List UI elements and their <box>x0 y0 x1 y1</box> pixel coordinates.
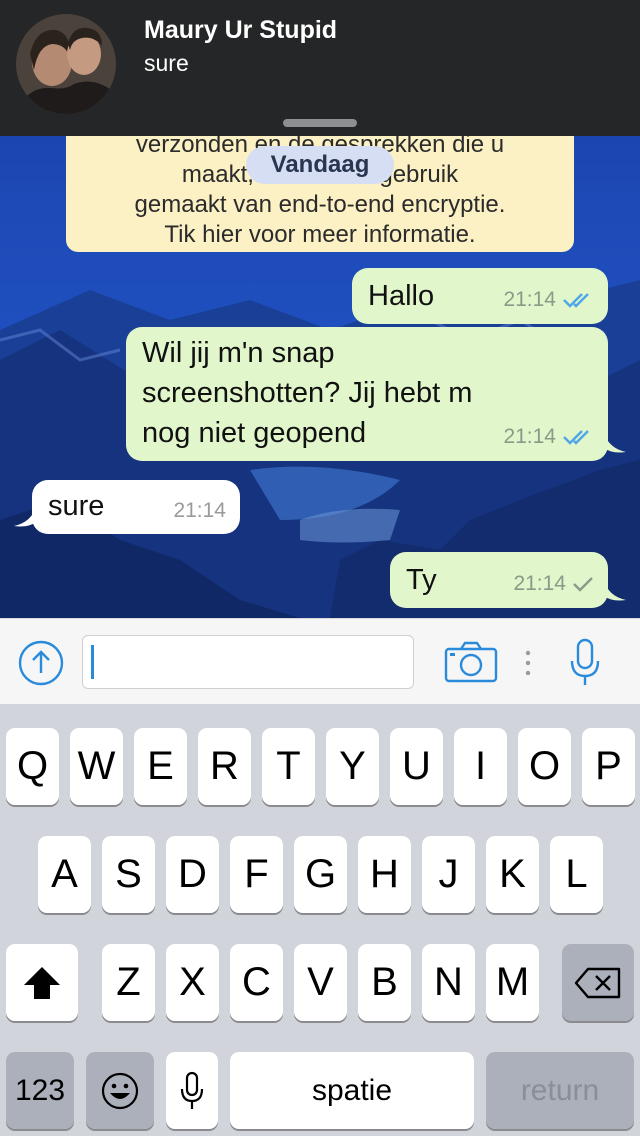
encryption-notice[interactable]: verzonden en de gesprekken die u maakt, … <box>66 118 574 252</box>
message-line: Wil jij m'n snap <box>142 337 335 369</box>
encryption-notice-line: gemaakt van end-to-end encryptie. <box>134 191 506 218</box>
key-t[interactable]: T <box>262 728 315 805</box>
outgoing-message[interactable]: Hallo 21:14 <box>352 268 608 324</box>
key-n[interactable]: N <box>422 944 475 1021</box>
message-meta: 21:14 <box>173 491 226 531</box>
key-o[interactable]: O <box>518 728 571 805</box>
banner-drag-handle[interactable] <box>283 119 357 127</box>
key-g[interactable]: G <box>294 836 347 913</box>
more-icon[interactable] <box>522 649 534 677</box>
key-s[interactable]: S <box>102 836 155 913</box>
message-meta: 21:14 <box>503 280 594 320</box>
camera-icon[interactable] <box>444 641 498 683</box>
notification-banner[interactable]: Maury Ur Stupid sure <box>0 0 640 136</box>
date-separator: Vandaag <box>246 146 394 184</box>
numbers-key[interactable]: 123 <box>6 1052 74 1129</box>
message-time: 21:14 <box>173 499 226 522</box>
space-key[interactable]: spatie <box>230 1052 474 1129</box>
return-key[interactable]: return <box>486 1052 634 1129</box>
outgoing-message[interactable]: Wil jij m'n snap screenshotten? Jij hebt… <box>126 327 608 461</box>
message-input[interactable] <box>82 635 414 689</box>
message-meta: 21:14 <box>513 564 594 604</box>
dictation-key[interactable] <box>166 1052 218 1129</box>
key-l[interactable]: L <box>550 836 603 913</box>
encryption-notice-line: Tik hier voor meer informatie. <box>164 221 476 248</box>
message-text: Hallo <box>368 280 435 312</box>
message-time: 21:14 <box>503 288 556 311</box>
message-time: 21:14 <box>513 572 566 595</box>
message-text: Ty <box>406 564 437 596</box>
microphone-icon[interactable] <box>568 637 602 689</box>
share-icon[interactable] <box>17 639 65 687</box>
bubble-tail <box>604 432 626 453</box>
key-j[interactable]: J <box>422 836 475 913</box>
outgoing-message[interactable]: Ty 21:14 <box>390 552 608 608</box>
double-check-read-icon <box>563 430 589 445</box>
key-w[interactable]: W <box>70 728 123 805</box>
emoji-key[interactable] <box>86 1052 154 1129</box>
key-z[interactable]: Z <box>102 944 155 1021</box>
key-b[interactable]: B <box>358 944 411 1021</box>
key-k[interactable]: K <box>486 836 539 913</box>
backspace-key[interactable] <box>562 944 634 1021</box>
bubble-tail <box>604 580 626 601</box>
avatar-photo-icon <box>16 14 116 114</box>
keyboard: Q W E R T Y U I O P A S D F G H J K L Z … <box>0 704 640 1136</box>
key-u[interactable]: U <box>390 728 443 805</box>
key-i[interactable]: I <box>454 728 507 805</box>
message-line: screenshotten? Jij hebt m <box>142 377 473 409</box>
incoming-message[interactable]: sure 21:14 <box>32 480 240 534</box>
shift-arrow-icon <box>24 966 60 999</box>
message-meta: 21:14 <box>503 417 594 457</box>
shift-key[interactable] <box>6 944 78 1021</box>
message-line: nog niet geopend <box>142 417 367 449</box>
message-text: Wil jij m'n snap screenshotten? Jij hebt… <box>142 333 472 453</box>
emoji-icon <box>101 1072 139 1109</box>
key-c[interactable]: C <box>230 944 283 1021</box>
key-h[interactable]: H <box>358 836 411 913</box>
notification-message-preview: sure <box>144 50 189 76</box>
double-check-read-icon <box>563 293 589 308</box>
message-time: 21:14 <box>503 425 556 448</box>
key-e[interactable]: E <box>134 728 187 805</box>
backspace-icon <box>574 967 621 998</box>
key-a[interactable]: A <box>38 836 91 913</box>
key-y[interactable]: Y <box>326 728 379 805</box>
message-input-bar <box>0 618 640 704</box>
key-v[interactable]: V <box>294 944 347 1021</box>
single-check-sent-icon <box>573 577 593 592</box>
key-f[interactable]: F <box>230 836 283 913</box>
contact-avatar <box>16 14 116 114</box>
notification-contact-name: Maury Ur Stupid <box>144 16 338 44</box>
bubble-tail <box>14 506 36 527</box>
key-d[interactable]: D <box>166 836 219 913</box>
key-m[interactable]: M <box>486 944 539 1021</box>
key-q[interactable]: Q <box>6 728 59 805</box>
text-caret <box>91 645 94 679</box>
message-text: sure <box>48 490 105 522</box>
key-r[interactable]: R <box>198 728 251 805</box>
microphone-icon <box>180 1071 204 1109</box>
key-p[interactable]: P <box>582 728 635 805</box>
key-x[interactable]: X <box>166 944 219 1021</box>
